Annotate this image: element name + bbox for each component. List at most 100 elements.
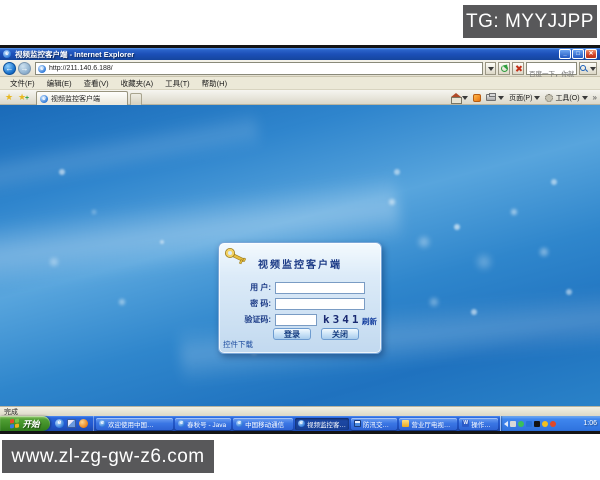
status-bar: 完成	[0, 406, 600, 416]
printer-icon	[486, 94, 496, 101]
menu-file[interactable]: 文件(F)	[4, 78, 41, 89]
show-desktop-icon[interactable]	[67, 419, 76, 428]
watermark-telegram: TG: MYYJJPP	[463, 5, 597, 38]
login-dialog: 视频监控客户端 用 户: 密 码: 验证码: k341 刷新 登录 关闭	[218, 242, 382, 354]
close-dialog-button[interactable]: 关闭	[321, 328, 359, 340]
overflow-chevron[interactable]: »	[593, 93, 597, 102]
stop-button[interactable]	[512, 62, 524, 75]
stop-icon	[515, 65, 522, 72]
login-dialog-title: 视频监控客户端	[219, 256, 381, 271]
add-favorite-icon[interactable]: ★+	[18, 93, 26, 102]
window-title: 视频监控客户端 - Internet Explorer	[15, 49, 134, 60]
ie-icon: e	[298, 420, 305, 427]
taskbar: 开始 e e欢迎使用中国… e春秋号 - Java e中国移动通信 e视频监控客…	[0, 416, 600, 431]
address-input[interactable]	[49, 65, 480, 72]
menu-view[interactable]: 查看(V)	[78, 78, 115, 89]
taskbar-item-welcome[interactable]: e欢迎使用中国…	[96, 418, 173, 430]
command-bar: 页面(P) 工具(O) »	[451, 90, 597, 105]
search-go-button[interactable]	[579, 62, 597, 75]
address-bar-row: ← → e	[0, 60, 600, 77]
ie-icon: e	[99, 420, 106, 427]
maximize-button[interactable]: □	[572, 49, 584, 59]
page: TG: MYYJJPP www.zl-zg-gw-z6.com e 视频监控客户…	[0, 0, 600, 480]
tray-collapse-icon[interactable]	[504, 421, 508, 427]
address-field[interactable]: e	[35, 62, 483, 75]
task-buttons: e欢迎使用中国… e春秋号 - Java e中国移动通信 e视频监控客户… 防汛…	[94, 416, 500, 431]
tab-title: 视频监控客户端	[51, 94, 100, 104]
page-favicon: e	[38, 65, 46, 73]
captcha-input[interactable]	[275, 314, 317, 326]
word-doc-icon: W	[462, 420, 469, 427]
forward-button[interactable]: →	[18, 62, 31, 75]
quick-launch: e	[50, 416, 94, 431]
print-button[interactable]	[486, 94, 504, 101]
login-button[interactable]: 登录	[273, 328, 311, 340]
background-bokeh-dots	[0, 105, 4, 109]
feeds-button[interactable]	[473, 94, 481, 102]
start-button[interactable]: 开始	[0, 416, 50, 431]
taskbar-item-qq-group[interactable]: 防汛交流 QQ88	[351, 418, 397, 430]
captcha-label: 验证码:	[219, 314, 271, 326]
caption-buttons: _ □ ✕	[559, 49, 597, 59]
captcha-refresh-link[interactable]: 刷新	[362, 316, 377, 327]
tray-volume-icon[interactable]	[510, 421, 516, 427]
menu-edit[interactable]: 编辑(E)	[41, 78, 78, 89]
page-content: 视频监控客户端 用 户: 密 码: 验证码: k341 刷新 登录 关闭	[0, 105, 600, 406]
menu-bar: 文件(F) 编辑(E) 查看(V) 收藏夹(A) 工具(T) 帮助(H)	[0, 77, 600, 90]
back-button[interactable]: ←	[3, 62, 16, 75]
refresh-icon	[501, 65, 508, 72]
menu-tools[interactable]: 工具(T)	[159, 78, 196, 89]
tray-blue-icon[interactable]	[526, 421, 532, 427]
page-menu-button[interactable]: 页面(P)	[509, 93, 540, 103]
captcha-code: k341	[323, 314, 362, 326]
taskbar-item-chinamobile[interactable]: e中国移动通信	[233, 418, 293, 430]
ie-quicklaunch-icon[interactable]: e	[55, 419, 64, 428]
user-row: 用 户:	[219, 282, 381, 294]
taskbar-item-doc[interactable]: W操作说明.doc	[459, 418, 498, 430]
taskbar-item-folder[interactable]: 营业厅电视机维护	[399, 418, 457, 430]
control-download-link[interactable]: 控件下载	[223, 339, 253, 350]
search-dropdown-icon	[590, 67, 596, 71]
home-icon	[451, 94, 460, 102]
search-field[interactable]	[526, 62, 577, 75]
tray-clock: 1:06	[583, 420, 597, 427]
menu-favorites[interactable]: 收藏夹(A)	[115, 78, 160, 89]
media-player-icon[interactable]	[79, 419, 88, 428]
tab-row: ★ ★+ e 视频监控客户端 页面(P) 工具(O) »	[0, 90, 600, 105]
password-label: 密 码:	[219, 298, 271, 310]
start-label: 开始	[22, 418, 39, 430]
ie-icon: e	[236, 420, 243, 427]
system-tray: 1:06	[500, 416, 600, 431]
tray-red-icon[interactable]	[550, 421, 556, 427]
tray-shield-icon[interactable]	[542, 421, 548, 427]
windows-logo-icon	[10, 419, 19, 429]
tools-menu-button[interactable]: 工具(O)	[545, 93, 587, 103]
close-button[interactable]: ✕	[585, 49, 597, 59]
ie-window-icon: e	[3, 50, 11, 58]
user-label: 用 户:	[219, 282, 271, 294]
tab-video-client[interactable]: e 视频监控客户端	[36, 91, 128, 105]
captcha-row: 验证码: k341 刷新	[219, 314, 381, 326]
feed-icon	[473, 94, 481, 102]
taskbar-item-video-client[interactable]: e视频监控客户…	[295, 418, 349, 430]
refresh-button[interactable]	[498, 62, 510, 75]
home-button[interactable]	[451, 94, 468, 102]
favorites-star-icon[interactable]: ★	[5, 93, 13, 102]
password-row: 密 码:	[219, 298, 381, 310]
window-titlebar: e 视频监控客户端 - Internet Explorer _ □ ✕	[0, 48, 600, 60]
window-icon	[354, 420, 361, 427]
folder-icon	[402, 420, 409, 427]
user-input[interactable]	[275, 282, 365, 294]
menu-help[interactable]: 帮助(H)	[196, 78, 233, 89]
minimize-button[interactable]: _	[559, 49, 571, 59]
new-tab-stub[interactable]	[130, 93, 142, 105]
ie-icon: e	[178, 420, 185, 427]
password-input[interactable]	[275, 298, 365, 310]
search-icon	[580, 65, 588, 73]
tray-green-icon[interactable]	[518, 421, 524, 427]
tray-qq-icon[interactable]	[534, 421, 540, 427]
tab-favicon: e	[40, 95, 48, 103]
address-dropdown-button[interactable]	[485, 62, 496, 75]
bottom-border-strip	[0, 431, 600, 434]
taskbar-item-chunqiu[interactable]: e春秋号 - Java	[175, 418, 231, 430]
